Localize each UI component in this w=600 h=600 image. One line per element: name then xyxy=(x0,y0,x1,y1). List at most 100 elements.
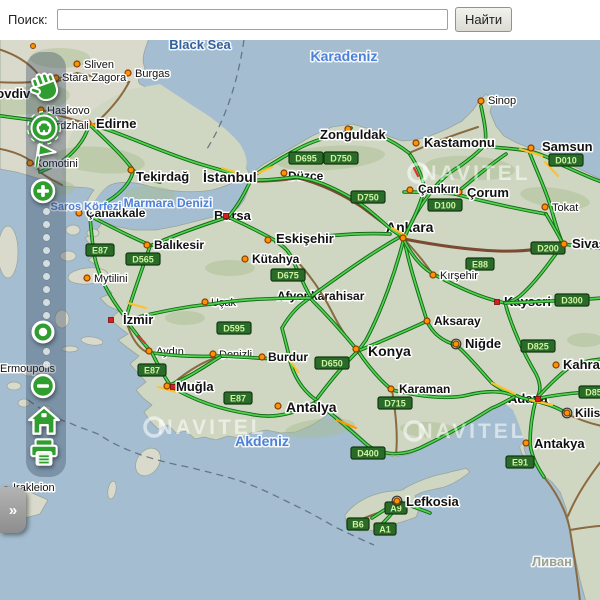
city-dot xyxy=(400,235,406,241)
print-button[interactable] xyxy=(25,433,63,471)
forest-patch xyxy=(165,311,205,325)
city-dot xyxy=(553,362,559,368)
city-label: Konya xyxy=(368,343,411,359)
road-badge-label: E87 xyxy=(230,394,246,404)
city-label: Samsun xyxy=(542,139,593,154)
city-marker xyxy=(171,385,176,390)
city-label: Sliven xyxy=(84,59,114,71)
road-badge-label: D750 xyxy=(330,154,352,164)
city-dot xyxy=(164,383,170,389)
road-badge-label: D850 xyxy=(585,388,600,398)
city-dot xyxy=(453,341,459,347)
city-label: Edirne xyxy=(96,116,136,131)
city-label: İzmir xyxy=(123,312,153,327)
road-badge-label: D675 xyxy=(277,271,299,281)
city-label: Zonguldak xyxy=(320,127,386,142)
city-label: Eskişehir xyxy=(276,231,334,246)
city-dot xyxy=(202,299,208,305)
zoom-in-button[interactable] xyxy=(29,177,57,205)
city-label: Kahramanmaraş xyxy=(563,357,600,372)
city-dot xyxy=(144,242,150,248)
watermark-text: NAVITEL xyxy=(417,420,526,443)
city-label: Tekirdağ xyxy=(136,169,189,184)
road-badge-label: D300 xyxy=(561,296,583,306)
city-label: Kilis xyxy=(575,406,600,420)
city-label: Kastamonu xyxy=(424,135,495,150)
road-badge-label: D565 xyxy=(132,255,154,265)
city-label: Çorum xyxy=(467,185,509,200)
city-dot xyxy=(528,145,534,151)
pan-hand-icon[interactable] xyxy=(26,67,64,105)
sidebar-expander[interactable]: » xyxy=(0,487,26,533)
city-label: Sinop xyxy=(488,95,516,107)
city-label: Çankırı xyxy=(418,182,459,196)
city-dot xyxy=(210,351,216,357)
road-badge-label: D750 xyxy=(357,193,379,203)
road-badge-label: E87 xyxy=(92,246,108,256)
search-input[interactable] xyxy=(57,9,448,30)
route-flag-icon[interactable] xyxy=(26,138,62,174)
city-dot xyxy=(146,348,152,354)
city-dot xyxy=(523,440,529,446)
city-dot xyxy=(413,140,419,146)
city-dot xyxy=(259,354,265,360)
city-dot xyxy=(265,237,271,243)
sea-label: Karadeniz xyxy=(311,48,378,64)
island xyxy=(7,382,21,390)
city-dot xyxy=(74,61,80,67)
city-label: Burdur xyxy=(268,350,308,364)
city-label: Muğla xyxy=(176,379,214,394)
road-badge-label: D715 xyxy=(384,399,406,409)
road-badge-label: D400 xyxy=(357,449,379,459)
city-dot xyxy=(128,167,134,173)
map-area: DüzceAnkaraBursaKayseriAfyonkarahisarUşa… xyxy=(0,40,600,600)
city-label: Lefkosia xyxy=(406,494,460,509)
city-label: Antalya xyxy=(286,399,337,415)
city-dot xyxy=(281,170,287,176)
island xyxy=(66,225,80,235)
city-dot xyxy=(561,241,567,247)
search-button[interactable]: Найти xyxy=(455,7,512,32)
road-badge-label: E91 xyxy=(512,458,528,468)
road-badge-label: D010 xyxy=(555,156,577,166)
city-label: Kütahya xyxy=(252,252,300,266)
city-dot xyxy=(430,272,436,278)
city-label: İstanbul xyxy=(203,169,257,185)
city-label: Burgas xyxy=(135,68,170,80)
city-label: Aksaray xyxy=(434,314,481,328)
city-label: Tokat xyxy=(552,202,578,214)
road-badge-label: E87 xyxy=(144,366,160,376)
city-marker xyxy=(224,214,229,219)
zoom-out-button[interactable] xyxy=(29,372,57,400)
map-canvas[interactable]: DüzceAnkaraBursaKayseriAfyonkarahisarUşa… xyxy=(0,40,600,600)
sea-label: Marmara Denizi xyxy=(124,196,213,210)
city-label: Antakya xyxy=(534,436,585,451)
city-dot xyxy=(242,256,248,262)
zoom-slider[interactable] xyxy=(26,202,66,325)
city-dot xyxy=(84,275,90,281)
road-badge-label: B6 xyxy=(352,520,364,530)
city-label: Stara Zagora xyxy=(62,72,127,84)
sea-label: Ливан xyxy=(532,554,572,569)
city-dot xyxy=(542,204,548,210)
city-label: Mytilini xyxy=(94,273,128,285)
road-badge-label: D695 xyxy=(295,154,317,164)
search-bar: Поиск: Найти xyxy=(0,0,600,40)
city-dot xyxy=(407,187,413,193)
road-badge-label: D825 xyxy=(527,342,549,352)
road-badge-label: D200 xyxy=(537,244,559,254)
city-marker xyxy=(495,300,500,305)
city-label: Sivas xyxy=(572,236,600,251)
city-dot xyxy=(564,410,570,416)
forest-patch xyxy=(205,260,255,276)
city-label: Balıkesir xyxy=(154,238,204,252)
town-dot xyxy=(31,44,36,49)
road-badge-label: D650 xyxy=(321,359,343,369)
city-marker xyxy=(109,318,114,323)
city-label: Niğde xyxy=(465,336,501,351)
sea-label: Akdeniz xyxy=(235,433,289,449)
city-label: Kırşehir xyxy=(440,270,478,282)
city-dot xyxy=(388,386,394,392)
city-dot xyxy=(424,318,430,324)
road-badge-label: D595 xyxy=(223,324,245,334)
